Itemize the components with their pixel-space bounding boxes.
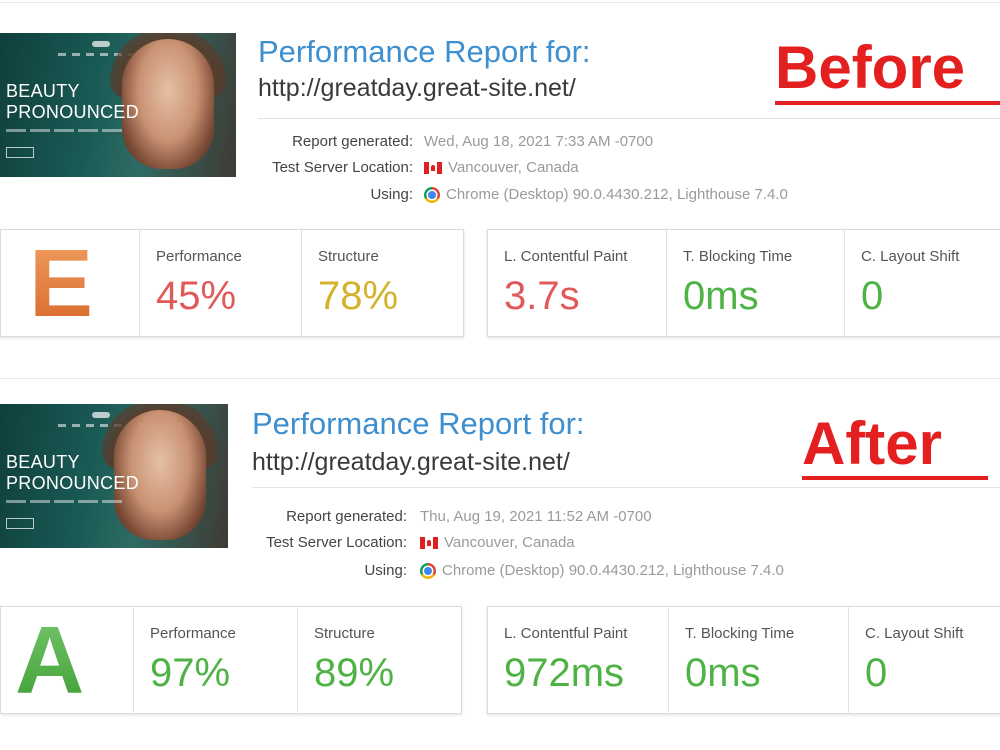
using-label: Using: bbox=[364, 562, 407, 579]
server-location-value: Vancouver, Canada bbox=[448, 159, 579, 176]
server-location-label: Test Server Location: bbox=[266, 534, 407, 551]
performance-label: Performance bbox=[150, 625, 236, 642]
structure-cell[interactable]: Structure 78% bbox=[301, 230, 464, 336]
grade-scores-panel: E Performance 45% Structure 78% bbox=[0, 229, 464, 337]
cls-label: C. Layout Shift bbox=[865, 625, 964, 642]
performance-value: 45% bbox=[156, 274, 237, 318]
chrome-icon bbox=[420, 562, 436, 579]
structure-label: Structure bbox=[318, 248, 379, 265]
lcp-label: L. Contentful Paint bbox=[504, 248, 628, 265]
chrome-icon bbox=[424, 186, 440, 203]
using-row: Using: Chrome (Desktop) 90.0.4430.212, L… bbox=[252, 562, 952, 584]
lcp-cell[interactable]: L. Contentful Paint 972ms bbox=[488, 607, 668, 713]
cls-label: C. Layout Shift bbox=[861, 248, 960, 265]
header-divider bbox=[258, 118, 1000, 119]
canada-flag-icon bbox=[420, 536, 438, 549]
top-border bbox=[0, 2, 1000, 3]
structure-cell[interactable]: Structure 89% bbox=[297, 607, 462, 713]
lcp-value: 972ms bbox=[504, 651, 625, 695]
report-generated-row: Report generated: Wed, Aug 18, 2021 7:33… bbox=[258, 133, 958, 155]
using-value-wrap: Chrome (Desktop) 90.0.4430.212, Lighthou… bbox=[424, 186, 788, 203]
performance-value: 97% bbox=[150, 651, 231, 695]
cls-cell[interactable]: C. Layout Shift 0 bbox=[844, 230, 1000, 336]
server-location-value: Vancouver, Canada bbox=[444, 534, 575, 551]
after-stamp: After bbox=[802, 410, 943, 477]
header-divider bbox=[252, 487, 1000, 488]
thumbnail-body-text bbox=[6, 500, 126, 503]
server-location-row: Test Server Location: Vancouver, Canada bbox=[252, 534, 952, 556]
grade-cell: A bbox=[1, 607, 133, 713]
structure-value: 78% bbox=[318, 274, 399, 318]
structure-value: 89% bbox=[314, 651, 395, 695]
tbt-label: T. Blocking Time bbox=[685, 625, 795, 642]
report-generated-row: Report generated: Thu, Aug 19, 2021 11:5… bbox=[252, 508, 952, 530]
lcp-cell[interactable]: L. Contentful Paint 3.7s bbox=[488, 230, 666, 336]
tbt-label: T. Blocking Time bbox=[683, 248, 793, 265]
tbt-value: 0ms bbox=[685, 651, 761, 695]
thumbnail-headline-2: PRONOUNCED bbox=[6, 102, 140, 122]
lcp-label: L. Contentful Paint bbox=[504, 625, 628, 642]
thumbnail-headline-1: BEAUTY bbox=[6, 452, 80, 472]
cls-value: 0 bbox=[861, 274, 884, 318]
thumbnail-logo bbox=[92, 412, 110, 418]
report-url[interactable]: http://greatday.great-site.net/ bbox=[252, 448, 570, 477]
performance-cell[interactable]: Performance 97% bbox=[133, 607, 298, 713]
report-after: BEAUTY PRONOUNCED Performance Report for… bbox=[0, 376, 1000, 746]
thumbnail-headline-1: BEAUTY bbox=[6, 81, 80, 101]
server-location-row: Test Server Location: Vancouver, Canada bbox=[258, 159, 958, 181]
site-screenshot-thumbnail[interactable]: BEAUTY PRONOUNCED bbox=[0, 404, 228, 548]
grade-scores-panel: A Performance 97% Structure 89% bbox=[0, 606, 462, 714]
grade-letter: E bbox=[29, 230, 94, 337]
report-title: Performance Report for: bbox=[252, 406, 585, 441]
top-border bbox=[0, 378, 1000, 379]
report-generated-value: Wed, Aug 18, 2021 7:33 AM -0700 bbox=[424, 133, 654, 150]
canada-flag-icon bbox=[424, 161, 442, 174]
report-generated-value: Thu, Aug 19, 2021 11:52 AM -0700 bbox=[420, 508, 652, 525]
using-label: Using: bbox=[370, 186, 413, 203]
web-vitals-panel: L. Contentful Paint 972ms T. Blocking Ti… bbox=[487, 606, 1000, 714]
web-vitals-panel: L. Contentful Paint 3.7s T. Blocking Tim… bbox=[487, 229, 1000, 337]
tbt-cell[interactable]: T. Blocking Time 0ms bbox=[668, 607, 849, 713]
performance-label: Performance bbox=[156, 248, 242, 265]
report-generated-label: Report generated: bbox=[292, 133, 413, 150]
thumbnail-logo bbox=[92, 41, 110, 47]
using-value-wrap: Chrome (Desktop) 90.0.4430.212, Lighthou… bbox=[420, 562, 784, 579]
cls-cell[interactable]: C. Layout Shift 0 bbox=[848, 607, 1000, 713]
thumbnail-cta bbox=[6, 147, 34, 158]
lcp-value: 3.7s bbox=[504, 274, 580, 318]
using-row: Using: Chrome (Desktop) 90.0.4430.212, L… bbox=[258, 186, 958, 208]
grade-letter: A bbox=[15, 607, 85, 714]
tbt-value: 0ms bbox=[683, 274, 759, 318]
report-before: BEAUTY PRONOUNCED Performance Report for… bbox=[0, 0, 1000, 370]
thumbnail-headline-2: PRONOUNCED bbox=[6, 473, 140, 493]
structure-label: Structure bbox=[314, 625, 375, 642]
stamp-underline bbox=[802, 476, 988, 480]
site-screenshot-thumbnail[interactable]: BEAUTY PRONOUNCED bbox=[0, 33, 236, 177]
stamp-underline bbox=[775, 101, 1000, 105]
before-stamp: Before bbox=[775, 34, 966, 101]
report-title: Performance Report for: bbox=[258, 34, 591, 69]
server-location-value-wrap: Vancouver, Canada bbox=[424, 159, 579, 176]
server-location-label: Test Server Location: bbox=[272, 159, 413, 176]
tbt-cell[interactable]: T. Blocking Time 0ms bbox=[666, 230, 845, 336]
report-generated-label: Report generated: bbox=[286, 508, 407, 525]
using-value: Chrome (Desktop) 90.0.4430.212, Lighthou… bbox=[446, 186, 788, 203]
using-value: Chrome (Desktop) 90.0.4430.212, Lighthou… bbox=[442, 562, 784, 579]
server-location-value-wrap: Vancouver, Canada bbox=[420, 534, 575, 551]
cls-value: 0 bbox=[865, 651, 888, 695]
thumbnail-cta bbox=[6, 518, 34, 529]
thumbnail-body-text bbox=[6, 129, 126, 132]
performance-cell[interactable]: Performance 45% bbox=[139, 230, 302, 336]
grade-cell: E bbox=[1, 230, 139, 336]
report-url[interactable]: http://greatday.great-site.net/ bbox=[258, 74, 576, 103]
